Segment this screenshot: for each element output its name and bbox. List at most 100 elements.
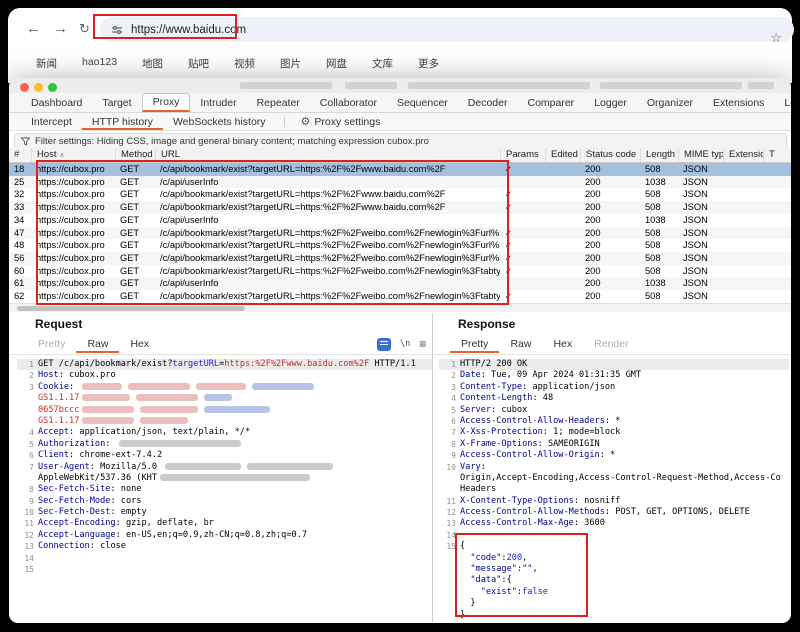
cell-url: /c/api/bookmark/exist?targetURL=https:%2… <box>155 201 500 214</box>
column-header-method[interactable]: Method <box>115 148 155 162</box>
column-header--[interactable]: # <box>9 148 31 162</box>
column-header-host[interactable]: Host∧ <box>31 148 115 162</box>
response-tab-pretty[interactable]: Pretty <box>450 335 499 353</box>
line-text: HTTP/2 200 OK <box>460 359 527 370</box>
zoom-traffic-light[interactable] <box>48 83 57 92</box>
bookmark--[interactable]: 网盘 <box>326 56 347 71</box>
table-row-56[interactable]: 56https://cubox.proGET/c/api/bookmark/ex… <box>9 252 791 265</box>
code-line: 4Accept: application/json, text/plain, *… <box>17 427 432 438</box>
code-segment <box>460 575 470 585</box>
code-segment: Host <box>38 370 59 380</box>
cell-status: 200 <box>580 188 640 201</box>
editor-menu-icon[interactable]: ≡ <box>419 337 426 351</box>
panel-divider[interactable] <box>432 313 433 623</box>
main-tab-bar: DashboardTargetProxyIntruderRepeaterColl… <box>9 93 791 113</box>
proxy-settings-tab[interactable]: ⚙Proxy settings <box>293 113 389 130</box>
line-number: 9 <box>439 450 460 461</box>
table-row-18[interactable]: 18https://cubox.proGET/c/api/bookmark/ex… <box>9 163 791 176</box>
sub-tab-http-history[interactable]: HTTP history <box>82 113 163 130</box>
main-tab-sequencer[interactable]: Sequencer <box>387 93 458 112</box>
table-row-47[interactable]: 47https://cubox.proGET/c/api/bookmark/ex… <box>9 227 791 240</box>
main-tab-intruder[interactable]: Intruder <box>190 93 246 112</box>
column-header-params[interactable]: Params <box>500 148 545 162</box>
site-settings-icon[interactable] <box>111 24 123 36</box>
bookmark--[interactable]: 地图 <box>142 56 163 71</box>
main-tab-extensions[interactable]: Extensions <box>703 93 774 112</box>
main-tab-target[interactable]: Target <box>92 93 141 112</box>
newline-toggle-icon[interactable]: \n <box>400 339 410 349</box>
cell-num: 32 <box>9 188 31 201</box>
minimize-traffic-light[interactable] <box>34 83 43 92</box>
table-row-32[interactable]: 32https://cubox.proGET/c/api/bookmark/ex… <box>9 188 791 201</box>
bookmark--[interactable]: 视频 <box>234 56 255 71</box>
response-tab-hex[interactable]: Hex <box>542 335 583 353</box>
cell-length: 508 <box>640 265 678 278</box>
column-header-edited[interactable]: Edited <box>545 148 580 162</box>
address-bar[interactable]: https://www.baidu.com ☆ <box>100 17 794 42</box>
cell-t <box>763 290 781 303</box>
inspector-toggle-icon[interactable] <box>377 338 391 351</box>
line-number: 1 <box>439 359 460 370</box>
browser-back-icon[interactable]: ← <box>26 21 41 36</box>
response-editor[interactable]: 1HTTP/2 200 OK2Date: Tue, 09 Apr 2024 01… <box>439 359 789 621</box>
table-row-25[interactable]: 25https://cubox.proGET/c/api/userInfo200… <box>9 176 791 189</box>
sort-asc-icon: ∧ <box>60 152 65 159</box>
main-tab-repeater[interactable]: Repeater <box>247 93 310 112</box>
code-segment: X-Frame-Options <box>460 439 538 449</box>
column-header-extension[interactable]: Extension <box>723 148 763 162</box>
main-tab-proxy[interactable]: Proxy <box>142 93 191 112</box>
main-tab-comparer[interactable]: Comparer <box>518 93 585 112</box>
code-segment: Origin,Accept-Encoding,Access-Control-Re… <box>460 473 781 483</box>
code-segment: : empty <box>110 507 146 517</box>
code-segment: https:%2F%2Fwww.baidu.com%2F <box>224 359 369 369</box>
cell-host: https://cubox.pro <box>31 214 115 227</box>
bookmark--[interactable]: 更多 <box>418 56 439 71</box>
column-header-t[interactable]: T <box>763 148 781 162</box>
column-header-mime-type[interactable]: MIME type <box>678 148 723 162</box>
line-text: Access-Control-Allow-Origin: * <box>460 450 615 461</box>
url-text[interactable]: https://www.baidu.com <box>131 24 246 36</box>
main-tab-logger[interactable]: Logger <box>584 93 637 112</box>
main-tab-decoder[interactable]: Decoder <box>458 93 518 112</box>
main-tab-dashboard[interactable]: Dashboard <box>21 93 92 112</box>
table-row-48[interactable]: 48https://cubox.proGET/c/api/bookmark/ex… <box>9 239 791 252</box>
cell-t <box>763 214 781 227</box>
table-row-33[interactable]: 33https://cubox.proGET/c/api/bookmark/ex… <box>9 201 791 214</box>
table-row-62[interactable]: 62https://cubox.proGET/c/api/bookmark/ex… <box>9 290 791 303</box>
bookmark-star-icon[interactable]: ☆ <box>770 30 782 46</box>
request-tab-hex[interactable]: Hex <box>119 335 160 353</box>
main-tab-collaborator[interactable]: Collaborator <box>310 93 387 112</box>
bookmark--[interactable]: 贴吧 <box>188 56 209 71</box>
bookmark--[interactable]: 图片 <box>280 56 301 71</box>
request-editor[interactable]: 1GET /c/api/bookmark/exist?targetURL=htt… <box>17 359 432 621</box>
bookmark-hao123[interactable]: hao123 <box>82 56 117 71</box>
main-tab-learn[interactable]: Learn <box>774 93 791 112</box>
cell-edited <box>545 252 580 265</box>
sub-tab-websockets-history[interactable]: WebSockets history <box>163 113 276 130</box>
column-header-status-code[interactable]: Status code <box>580 148 640 162</box>
bookmark--[interactable]: 新闻 <box>36 56 57 71</box>
code-segment <box>460 553 470 563</box>
column-header-url[interactable]: URL <box>155 148 500 162</box>
bookmark--[interactable]: 文库 <box>372 56 393 71</box>
table-row-61[interactable]: 61https://cubox.proGET/c/api/userInfo200… <box>9 277 791 290</box>
cell-edited <box>545 188 580 201</box>
scrollbar-thumb[interactable] <box>17 306 245 311</box>
cell-host: https://cubox.pro <box>31 163 115 176</box>
response-tab-raw[interactable]: Raw <box>499 335 542 353</box>
burp-title-bar <box>9 78 791 93</box>
browser-forward-icon[interactable]: → <box>53 21 68 36</box>
table-row-34[interactable]: 34https://cubox.proGET/c/api/userInfo200… <box>9 214 791 227</box>
sub-tab-intercept[interactable]: Intercept <box>21 113 82 130</box>
column-header-length[interactable]: Length <box>640 148 678 162</box>
main-tab-organizer[interactable]: Organizer <box>637 93 703 112</box>
close-traffic-light[interactable] <box>20 83 29 92</box>
line-text: Client: chrome-ext-7.4.2 <box>38 450 162 461</box>
request-tab-raw[interactable]: Raw <box>76 335 119 353</box>
table-row-60[interactable]: 60https://cubox.proGET/c/api/bookmark/ex… <box>9 265 791 278</box>
cell-url: /c/api/bookmark/exist?targetURL=https:%2… <box>155 227 500 240</box>
table-horizontal-scrollbar[interactable] <box>9 303 791 312</box>
code-segment: : application/json, text/plain, */* <box>69 427 250 437</box>
code-segment: X-Xss-Protection <box>460 427 543 437</box>
browser-reload-icon[interactable]: ↻ <box>79 21 90 36</box>
